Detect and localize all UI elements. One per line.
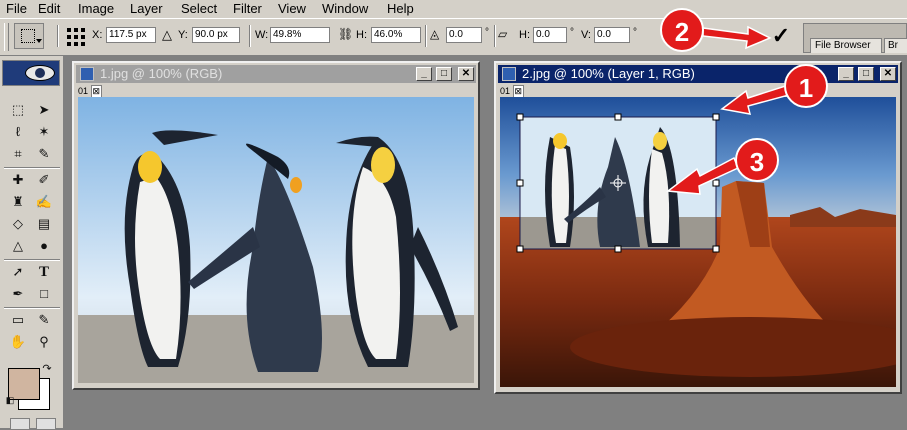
callout-3: 3 — [735, 138, 779, 182]
callout-arrows — [666, 25, 801, 195]
callout-2: 2 — [660, 8, 704, 52]
callout-1: 1 — [784, 64, 828, 108]
